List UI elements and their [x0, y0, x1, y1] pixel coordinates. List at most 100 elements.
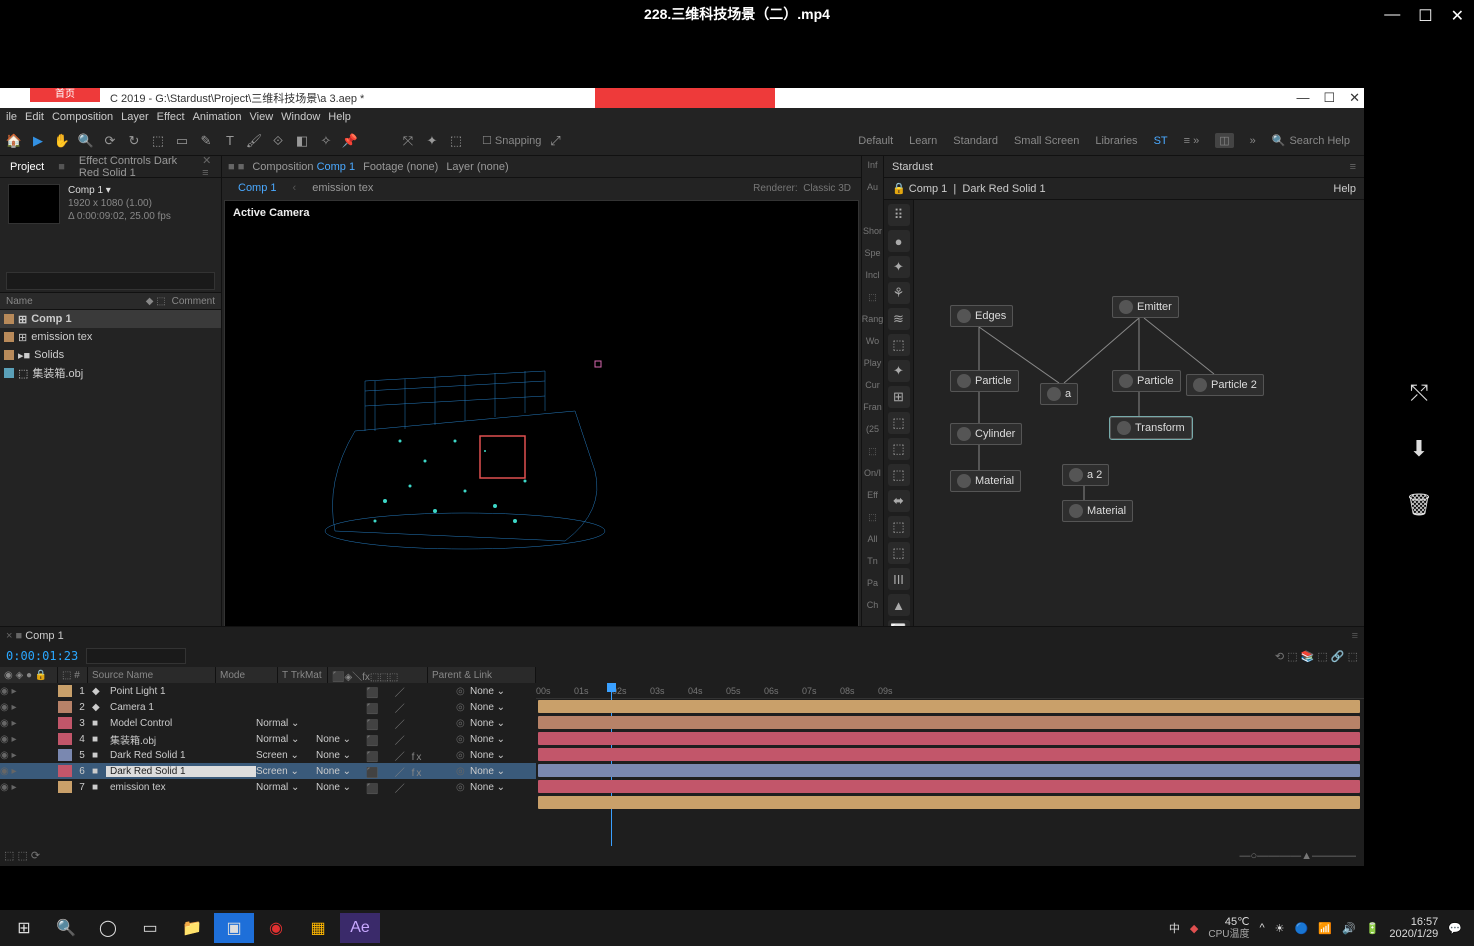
timeline-layer-row[interactable]: ◉ ▸3■Model ControlNormal ⌄⬛ ／◎None ⌄: [0, 715, 536, 731]
timeline-footer-icons[interactable]: ⬚ ⬚ ⟳: [4, 849, 40, 862]
menu-file[interactable]: ile: [6, 111, 17, 123]
sd-emitter-icon[interactable]: ⠿: [888, 204, 910, 226]
project-search-input[interactable]: [6, 272, 215, 290]
panel-tab[interactable]: Cur: [865, 380, 880, 396]
sd-misc2-icon[interactable]: ⬚: [888, 542, 910, 564]
panel-tab[interactable]: Rang: [862, 314, 884, 330]
tray-icon[interactable]: ☀: [1275, 922, 1285, 935]
timeline-layer-row[interactable]: ◉ ▸2◆Camera 1⬛ ／◎None ⌄: [0, 699, 536, 715]
delete-icon[interactable]: 🗑: [1405, 492, 1433, 518]
axis-local-icon[interactable]: ⤧: [398, 131, 418, 151]
workspace-st[interactable]: ST: [1154, 135, 1168, 147]
roto-tool-icon[interactable]: ✧: [316, 131, 336, 151]
stardust-node-particle2[interactable]: Particle: [1112, 370, 1181, 392]
timeline-tab-comp1[interactable]: Comp 1: [25, 630, 64, 642]
panel-tab[interactable]: Fran: [863, 402, 882, 418]
col-name[interactable]: Name: [6, 296, 33, 307]
layer-bar[interactable]: [538, 732, 1360, 745]
menu-composition[interactable]: Composition: [52, 111, 113, 123]
snap-opts-icon[interactable]: ⤢: [545, 131, 565, 151]
stardust-node-edges[interactable]: Edges: [950, 305, 1013, 327]
taskbar-app[interactable]: ▭: [130, 913, 170, 943]
panel-tab[interactable]: On/I: [864, 468, 881, 484]
col-mode[interactable]: Mode: [216, 667, 278, 683]
layer-bar[interactable]: [538, 796, 1360, 809]
col-source-name[interactable]: Source Name: [88, 667, 216, 683]
timeline-bars-area[interactable]: 00s01s02s03s04s05s06s07s08s09s: [536, 683, 1364, 846]
timeline-search-input[interactable]: [86, 648, 186, 664]
player-minimize-button[interactable]: —: [1384, 6, 1400, 26]
timeline-tools[interactable]: ⟲ ⬚ 📚 ⬚ 🔗 ⬚: [1275, 650, 1358, 663]
sd-group-icon[interactable]: ⬚: [888, 412, 910, 434]
timeline-layer-row[interactable]: ◉ ▸4■集装箱.objNormal ⌄None ⌄⬛ ／◎None ⌄: [0, 731, 536, 747]
panel-tab-shortcuts[interactable]: Shor: [863, 226, 882, 242]
project-item[interactable]: ⬚集装箱.obj: [0, 364, 221, 382]
stardust-node-cylinder[interactable]: Cylinder: [950, 423, 1022, 445]
workspace-default[interactable]: Default: [858, 135, 893, 147]
player-maximize-button[interactable]: ☐: [1418, 6, 1432, 26]
tab-effect-controls[interactable]: Effect Controls Dark Red Solid 1: [75, 153, 192, 181]
sd-model-icon[interactable]: ⬚: [888, 334, 910, 356]
breadcrumb-emission[interactable]: emission tex: [306, 180, 379, 196]
panel-menu-icon[interactable]: »: [1250, 135, 1256, 147]
file-explorer-icon[interactable]: 📁: [172, 913, 212, 943]
col-parent[interactable]: Parent & Link: [428, 667, 536, 683]
menu-effect[interactable]: Effect: [157, 111, 185, 123]
ae-minimize-button[interactable]: —: [1296, 90, 1309, 106]
taskbar-clock[interactable]: 16:57 2020/1/29: [1389, 916, 1438, 940]
stardust-node-transform[interactable]: Transform: [1110, 417, 1192, 439]
renderer-value[interactable]: Classic 3D: [803, 183, 851, 194]
pen-tool-icon[interactable]: ✎: [196, 131, 216, 151]
search-help[interactable]: 🔍 Search Help: [1272, 134, 1350, 147]
ime-indicator[interactable]: 中: [1169, 920, 1180, 936]
download-icon[interactable]: ⬇: [1410, 436, 1428, 462]
panel-tab[interactable]: ⬚: [868, 512, 877, 528]
brush-tool-icon[interactable]: 🖌: [244, 131, 264, 151]
tray-icon[interactable]: 🔵: [1295, 922, 1309, 935]
layer-bar[interactable]: [538, 748, 1360, 761]
workspace-learn[interactable]: Learn: [909, 135, 937, 147]
snapping-toggle[interactable]: ☐ Snapping: [482, 134, 541, 147]
panel-tab-audio[interactable]: Au: [867, 182, 878, 198]
panel-tab[interactable]: Tn: [867, 556, 878, 572]
workspace-libraries[interactable]: Libraries: [1095, 135, 1137, 147]
panel-close-icon[interactable]: ✕ ≡: [202, 154, 215, 179]
layer-bar[interactable]: [538, 716, 1360, 729]
workspace-small-screen[interactable]: Small Screen: [1014, 135, 1079, 147]
tray-icon[interactable]: ◆: [1190, 922, 1198, 935]
taskbar-app-notes[interactable]: ▦: [298, 913, 338, 943]
sd-replica-icon[interactable]: ✦: [888, 360, 910, 382]
panel-tab[interactable]: (25: [866, 424, 879, 440]
stardust-node-a2[interactable]: a 2: [1062, 464, 1109, 486]
tray-wifi-icon[interactable]: 📶: [1318, 922, 1332, 935]
sd-transform-icon[interactable]: ⊞: [888, 386, 910, 408]
tray-overflow-icon[interactable]: ^: [1260, 922, 1265, 934]
layer-bar[interactable]: [538, 764, 1360, 777]
selection-tool-icon[interactable]: ▶: [28, 131, 48, 151]
sd-field-icon[interactable]: ≋: [888, 308, 910, 330]
text-tool-icon[interactable]: T: [220, 131, 240, 151]
sd-up-icon[interactable]: ▲: [888, 594, 910, 616]
task-view-button[interactable]: ◯: [88, 913, 128, 943]
notification-center-icon[interactable]: 💬: [1448, 922, 1462, 935]
stardust-node-material2[interactable]: Material: [1062, 500, 1133, 522]
tray-volume-icon[interactable]: 🔊: [1342, 922, 1356, 935]
project-item[interactable]: ▸■Solids: [0, 346, 221, 364]
tab-footage[interactable]: Footage (none): [363, 161, 438, 173]
home-icon[interactable]: 🏠: [4, 131, 24, 151]
ae-maximize-button[interactable]: ☐: [1323, 90, 1335, 106]
pan-behind-tool-icon[interactable]: ⬚: [148, 131, 168, 151]
stamp-tool-icon[interactable]: ⟐: [268, 131, 288, 151]
ae-close-button[interactable]: ✕: [1349, 90, 1360, 106]
rotate-tool-icon[interactable]: ↻: [124, 131, 144, 151]
menu-view[interactable]: View: [250, 111, 274, 123]
sd-material-icon[interactable]: ⬚: [888, 464, 910, 486]
hand-tool-icon[interactable]: ✋: [52, 131, 72, 151]
stardust-node-particle3[interactable]: Particle 2: [1186, 374, 1264, 396]
panel-tab[interactable]: Play: [864, 358, 882, 374]
tab-project[interactable]: Project: [6, 159, 48, 175]
orbit-tool-icon[interactable]: ⟳: [100, 131, 120, 151]
workspace-overflow-icon[interactable]: ≡ »: [1184, 135, 1200, 147]
tab-stardust[interactable]: Stardust: [892, 161, 933, 173]
menu-layer[interactable]: Layer: [121, 111, 149, 123]
